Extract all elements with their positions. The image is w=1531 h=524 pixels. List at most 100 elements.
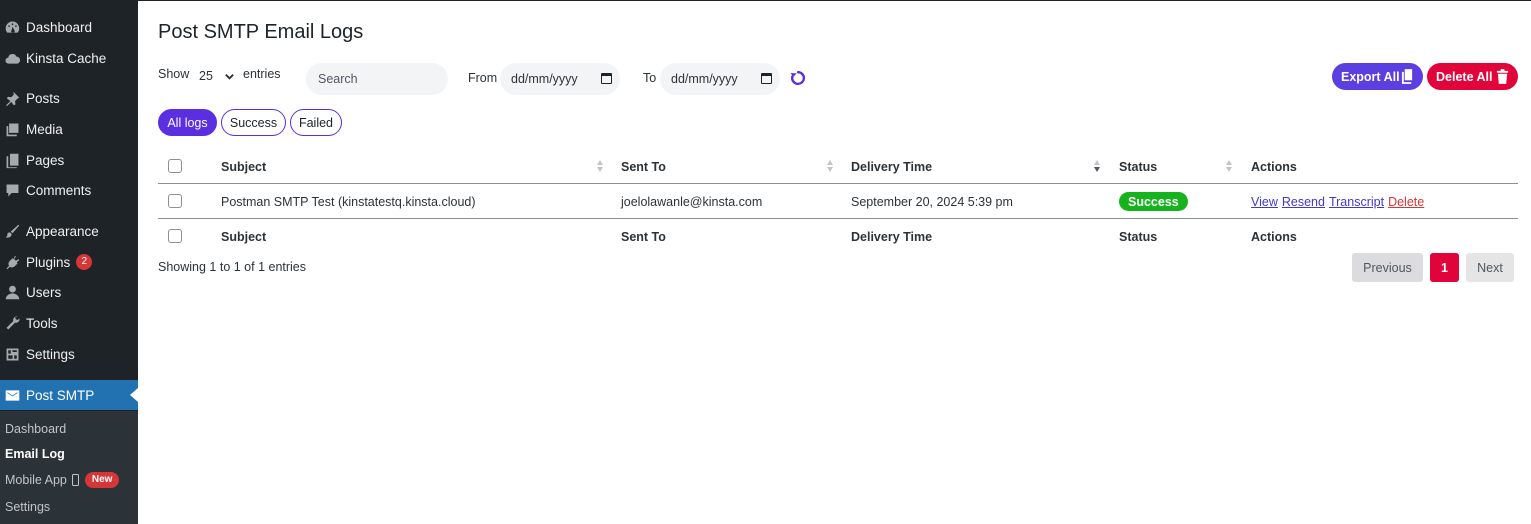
entries-per-page-select[interactable]: 25 [190,63,236,89]
column-header-actions: Actions [1251,149,1297,184]
sidebar-item-label: Users [26,284,62,300]
show-label: Show [158,67,190,81]
brush-icon [3,222,21,240]
sidebar-item-post-smtp[interactable]: Post SMTP [0,380,138,410]
delete-all-button[interactable]: Delete All [1427,63,1518,90]
column-header-status[interactable]: Status [1119,149,1157,184]
submenu-item-email-log[interactable]: Email Log [5,444,65,464]
search-input[interactable] [306,63,448,95]
row-actions: View Resend Transcript Delete [1251,184,1428,219]
submenu-item-mobile-app[interactable]: Mobile App New [5,470,120,490]
row-checkbox[interactable] [168,194,182,208]
select-all-checkbox-footer[interactable] [168,229,182,243]
sidebar-item-comments[interactable]: Comments [0,175,138,205]
sidebar-item-media[interactable]: Media [0,114,138,144]
sidebar-item-label: Tools [26,315,58,331]
sidebar-item-plugins[interactable]: Plugins 2 [0,247,138,277]
sidebar-item-label: Pages [26,152,65,168]
sidebar-item-posts[interactable]: Posts [0,83,138,113]
sidebar-item-label: Comments [26,182,92,198]
from-label: From [468,71,498,85]
column-header-delivery-time[interactable]: Delivery Time [851,149,932,184]
to-date-field[interactable]: dd/mm/yyyy [660,63,780,95]
submenu-item-settings[interactable]: Settings [5,497,50,517]
filter-all-logs[interactable]: All logs [158,109,217,136]
transcript-link[interactable]: Transcript [1329,195,1384,209]
sidebar-item-users[interactable]: Users [0,277,138,307]
row-delivery-time: September 20, 2024 5:39 pm [851,194,1013,209]
plugin-update-count-badge: 2 [76,254,93,270]
refresh-icon[interactable] [789,69,807,87]
export-all-button[interactable]: Export All [1332,63,1423,90]
submenu-label: Mobile App [5,473,67,487]
trash-icon [1496,69,1509,84]
sort-icon[interactable] [1226,160,1232,173]
sort-desc-icon[interactable] [1094,160,1100,173]
pin-icon [3,89,21,107]
sidebar-item-tools[interactable]: Tools [0,308,138,338]
settings-icon [3,345,21,363]
column-footer-subject: Subject [221,229,267,244]
post-smtp-submenu: Dashboard Email Log Mobile App New Setti… [0,411,138,524]
filter-success[interactable]: Success [221,109,286,136]
sidebar-item-label: Kinsta Cache [26,50,107,66]
table-row: Postman SMTP Test (kinstatestq.kinsta.cl… [158,184,1518,219]
dashboard-icon [3,18,21,36]
select-all-checkbox[interactable] [168,159,182,173]
column-footer-actions: Actions [1251,229,1297,244]
sidebar-item-pages[interactable]: Pages [0,145,138,175]
entries-per-page-value: 25 [199,69,213,83]
column-header-subject[interactable]: Subject [221,149,266,184]
row-subject: Postman SMTP Test (kinstatestq.kinsta.cl… [221,194,476,209]
column-header-label: Status [1119,159,1158,174]
export-all-label: Export All [1341,69,1400,84]
sidebar-item-dashboard[interactable]: Dashboard [0,12,138,42]
envelope-icon [3,386,21,404]
column-footer-sent-to: Sent To [621,229,666,244]
to-label: To [643,71,657,85]
to-date-placeholder: dd/mm/yyyy [671,72,738,86]
copy-icon [1401,69,1413,84]
submenu-label: Email Log [5,447,65,461]
filter-failed[interactable]: Failed [290,109,342,136]
admin-sidebar: Dashboard Kinsta Cache Posts Media Pages… [0,1,138,524]
sidebar-item-label: Dashboard [26,19,93,35]
plug-icon [3,253,21,271]
calendar-icon[interactable] [761,73,772,84]
submenu-item-dashboard[interactable]: Dashboard [5,419,66,439]
view-link[interactable]: View [1251,195,1278,209]
sidebar-item-label: Settings [26,346,75,362]
table-info-text: Showing 1 to 1 of 1 entries [158,260,307,274]
wrench-icon [3,314,21,332]
column-header-label: Subject [221,159,267,174]
from-date-placeholder: dd/mm/yyyy [511,72,578,86]
column-header-sent-to[interactable]: Sent To [621,149,666,184]
delete-link[interactable]: Delete [1388,195,1424,209]
sidebar-item-settings[interactable]: Settings [0,339,138,369]
sidebar-item-label: Posts [26,90,60,106]
previous-page-button[interactable]: Previous [1352,253,1423,282]
sort-icon[interactable] [827,160,833,173]
delete-all-label: Delete All [1436,69,1493,84]
row-status: Success [1119,184,1188,219]
sort-icon[interactable] [597,160,603,173]
next-page-button[interactable]: Next [1466,253,1514,282]
phone-icon [71,474,79,486]
column-header-label: Delivery Time [851,159,933,174]
sidebar-item-label: Post SMTP [26,387,95,403]
table-footer-row: Subject Sent To Delivery Time Status Act… [158,219,1518,254]
sidebar-item-label: Appearance [26,223,99,239]
user-icon [3,283,21,301]
sidebar-item-appearance[interactable]: Appearance [0,216,138,246]
main-content: Post SMTP Email Logs Show 25 entries Fro… [158,1,1518,524]
resend-link[interactable]: Resend [1282,195,1325,209]
chevron-down-icon [225,73,234,80]
from-date-field[interactable]: dd/mm/yyyy [500,63,620,95]
column-header-label: Actions [1251,159,1297,174]
entries-label: entries [243,67,281,81]
page-number-button[interactable]: 1 [1430,253,1459,282]
media-icon [3,120,21,138]
calendar-icon[interactable] [601,73,612,84]
row-sent-to: joelolawanle@kinsta.com [621,194,763,209]
sidebar-item-kinsta-cache[interactable]: Kinsta Cache [0,43,138,73]
